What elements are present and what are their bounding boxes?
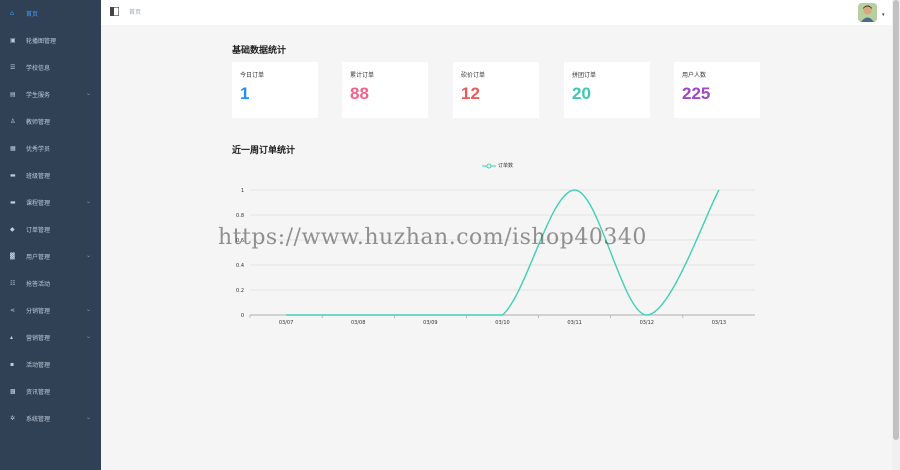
chevron-down-icon: ⌄ [85, 90, 91, 97]
avatar-caret-icon[interactable]: ▾ [882, 12, 885, 18]
home-icon: ⌂ [10, 10, 14, 17]
stat-card-label: 累计订单 [350, 72, 375, 79]
stat-card-label: 拼团订单 [572, 72, 597, 79]
x-tick-label: 03/10 [495, 320, 509, 326]
sidebar-item-label: 系统管理 [26, 416, 51, 423]
hamburger-icon[interactable] [110, 7, 119, 16]
sidebar-item-label: 资讯管理 [26, 389, 51, 396]
stat-card-value: 225 [682, 84, 711, 103]
stat-card-value: 88 [350, 84, 369, 103]
chevron-down-icon: ⌄ [85, 198, 91, 205]
chevron-down-icon: ⌄ [85, 414, 91, 421]
event-icon: ▪ [10, 361, 15, 368]
user-icon: ♙ [10, 118, 16, 125]
sidebar-item-label: 教师管理 [26, 119, 51, 126]
breadcrumb[interactable]: 首页 [129, 7, 141, 16]
sidebar-item-11[interactable]: ⋖ 分销管理 ⌄ [0, 297, 101, 324]
class-icon: ▬ [10, 172, 16, 179]
chart-icon: ▴ [10, 334, 14, 341]
sidebar-item-label: 用户管理 [26, 254, 51, 261]
stats-section-title: 基础数据统计 [232, 46, 287, 56]
chevron-down-icon: ⌄ [85, 252, 91, 259]
avatar-icon[interactable] [858, 3, 877, 22]
stat-card-label: 砍价订单 [461, 72, 486, 79]
sidebar-item-12[interactable]: ▴ 营销管理 ⌄ [0, 324, 101, 351]
sidebar-item-7[interactable]: ▬ 课程管理 ⌄ [0, 189, 101, 216]
watermark-text: https://www.huzhan.com/ishop40340 [218, 225, 647, 250]
y-tick-label: 1 [241, 188, 244, 194]
sidebar-item-14[interactable]: ▩ 资讯管理 [0, 378, 101, 405]
y-tick-label: 0.4 [236, 263, 244, 269]
scrollbar-thumb[interactable] [893, 0, 899, 440]
sidebar-item-label: 首页 [26, 11, 39, 18]
stat-card: 拼团订单 20 [564, 62, 650, 118]
gear-icon: ✲ [10, 415, 16, 422]
sidebar-item-15[interactable]: ✲ 系统管理 ⌄ [0, 405, 101, 432]
sidebar: ⌂ 首页 ▣ 轮播图管理 ☰ 学校信息 ▤ 学生服务 ⌄ ♙ 教师管理 ▦ 优秀学员 ▬ 班级管理 ▬ 课程管理… [0, 0, 101, 470]
course-icon: ▬ [10, 199, 16, 206]
sidebar-item-label: 抢答活动 [26, 281, 51, 288]
sidebar-item-label: 学校信息 [26, 65, 51, 72]
x-tick-label: 03/13 [712, 320, 726, 326]
chevron-down-icon: ⌄ [85, 333, 91, 340]
news-icon: ▩ [10, 388, 16, 395]
sidebar-item-6[interactable]: ▬ 班级管理 [0, 162, 101, 189]
sidebar-item-label: 营销管理 [26, 335, 51, 342]
stat-card: 用户人数 225 [674, 62, 760, 118]
x-tick-label: 03/12 [640, 320, 654, 326]
sidebar-item-label: 轮播图管理 [26, 38, 57, 45]
sidebar-item-3[interactable]: ▤ 学生服务 ⌄ [0, 81, 101, 108]
stat-card-label: 用户人数 [682, 72, 707, 79]
stat-card: 累计订单 88 [342, 62, 428, 118]
image-icon: ▣ [10, 37, 16, 44]
sidebar-item-label: 学生服务 [26, 92, 51, 99]
star-icon: ▦ [10, 145, 16, 152]
stat-card-label: 今日订单 [240, 72, 265, 79]
sidebar-item-label: 班级管理 [26, 173, 51, 180]
stat-card: 砍价订单 12 [453, 62, 539, 118]
sidebar-item-10[interactable]: ☷ 抢答活动 [0, 270, 101, 297]
x-tick-label: 03/11 [567, 320, 581, 326]
share-icon: ⋖ [10, 307, 16, 314]
chart-section-title: 近一周订单统计 [232, 146, 296, 156]
x-tick-label: 03/07 [279, 320, 293, 326]
sidebar-item-8[interactable]: ◆ 订单管理 [0, 216, 101, 243]
stat-card-value: 20 [572, 84, 591, 103]
service-icon: ▤ [10, 91, 16, 98]
y-tick-label: 0.2 [236, 288, 244, 294]
stat-card-value: 12 [461, 84, 480, 103]
sidebar-item-2[interactable]: ☰ 学校信息 [0, 54, 101, 81]
chevron-down-icon: ⌄ [85, 306, 91, 313]
sidebar-item-label: 活动管理 [26, 362, 51, 369]
x-tick-label: 03/08 [351, 320, 365, 326]
order-icon: ◆ [10, 226, 15, 233]
stat-card-value: 1 [240, 84, 250, 103]
activity-icon: ☷ [10, 280, 16, 287]
stat-card: 今日订单 1 [232, 62, 318, 118]
info-icon: ☰ [10, 64, 16, 71]
sidebar-item-13[interactable]: ▪ 活动管理 [0, 351, 101, 378]
sidebar-item-label: 订单管理 [26, 227, 51, 234]
sidebar-item-5[interactable]: ▦ 优秀学员 [0, 135, 101, 162]
sidebar-item-label: 分销管理 [26, 308, 51, 315]
top-navbar: 首页 ▾ [101, 0, 892, 25]
sidebar-item-label: 课程管理 [26, 200, 51, 207]
series-line[interactable] [286, 189, 720, 316]
sidebar-item-0[interactable]: ⌂ 首页 [0, 0, 101, 27]
users-icon: ▓ [10, 253, 15, 260]
sidebar-item-label: 优秀学员 [26, 146, 51, 153]
y-tick-label: 0.8 [236, 213, 244, 219]
y-tick-label: 0 [241, 313, 244, 319]
x-tick-label: 03/09 [423, 320, 437, 326]
sidebar-item-9[interactable]: ▓ 用户管理 ⌄ [0, 243, 101, 270]
sidebar-item-4[interactable]: ♙ 教师管理 [0, 108, 101, 135]
sidebar-item-1[interactable]: ▣ 轮播图管理 [0, 27, 101, 54]
